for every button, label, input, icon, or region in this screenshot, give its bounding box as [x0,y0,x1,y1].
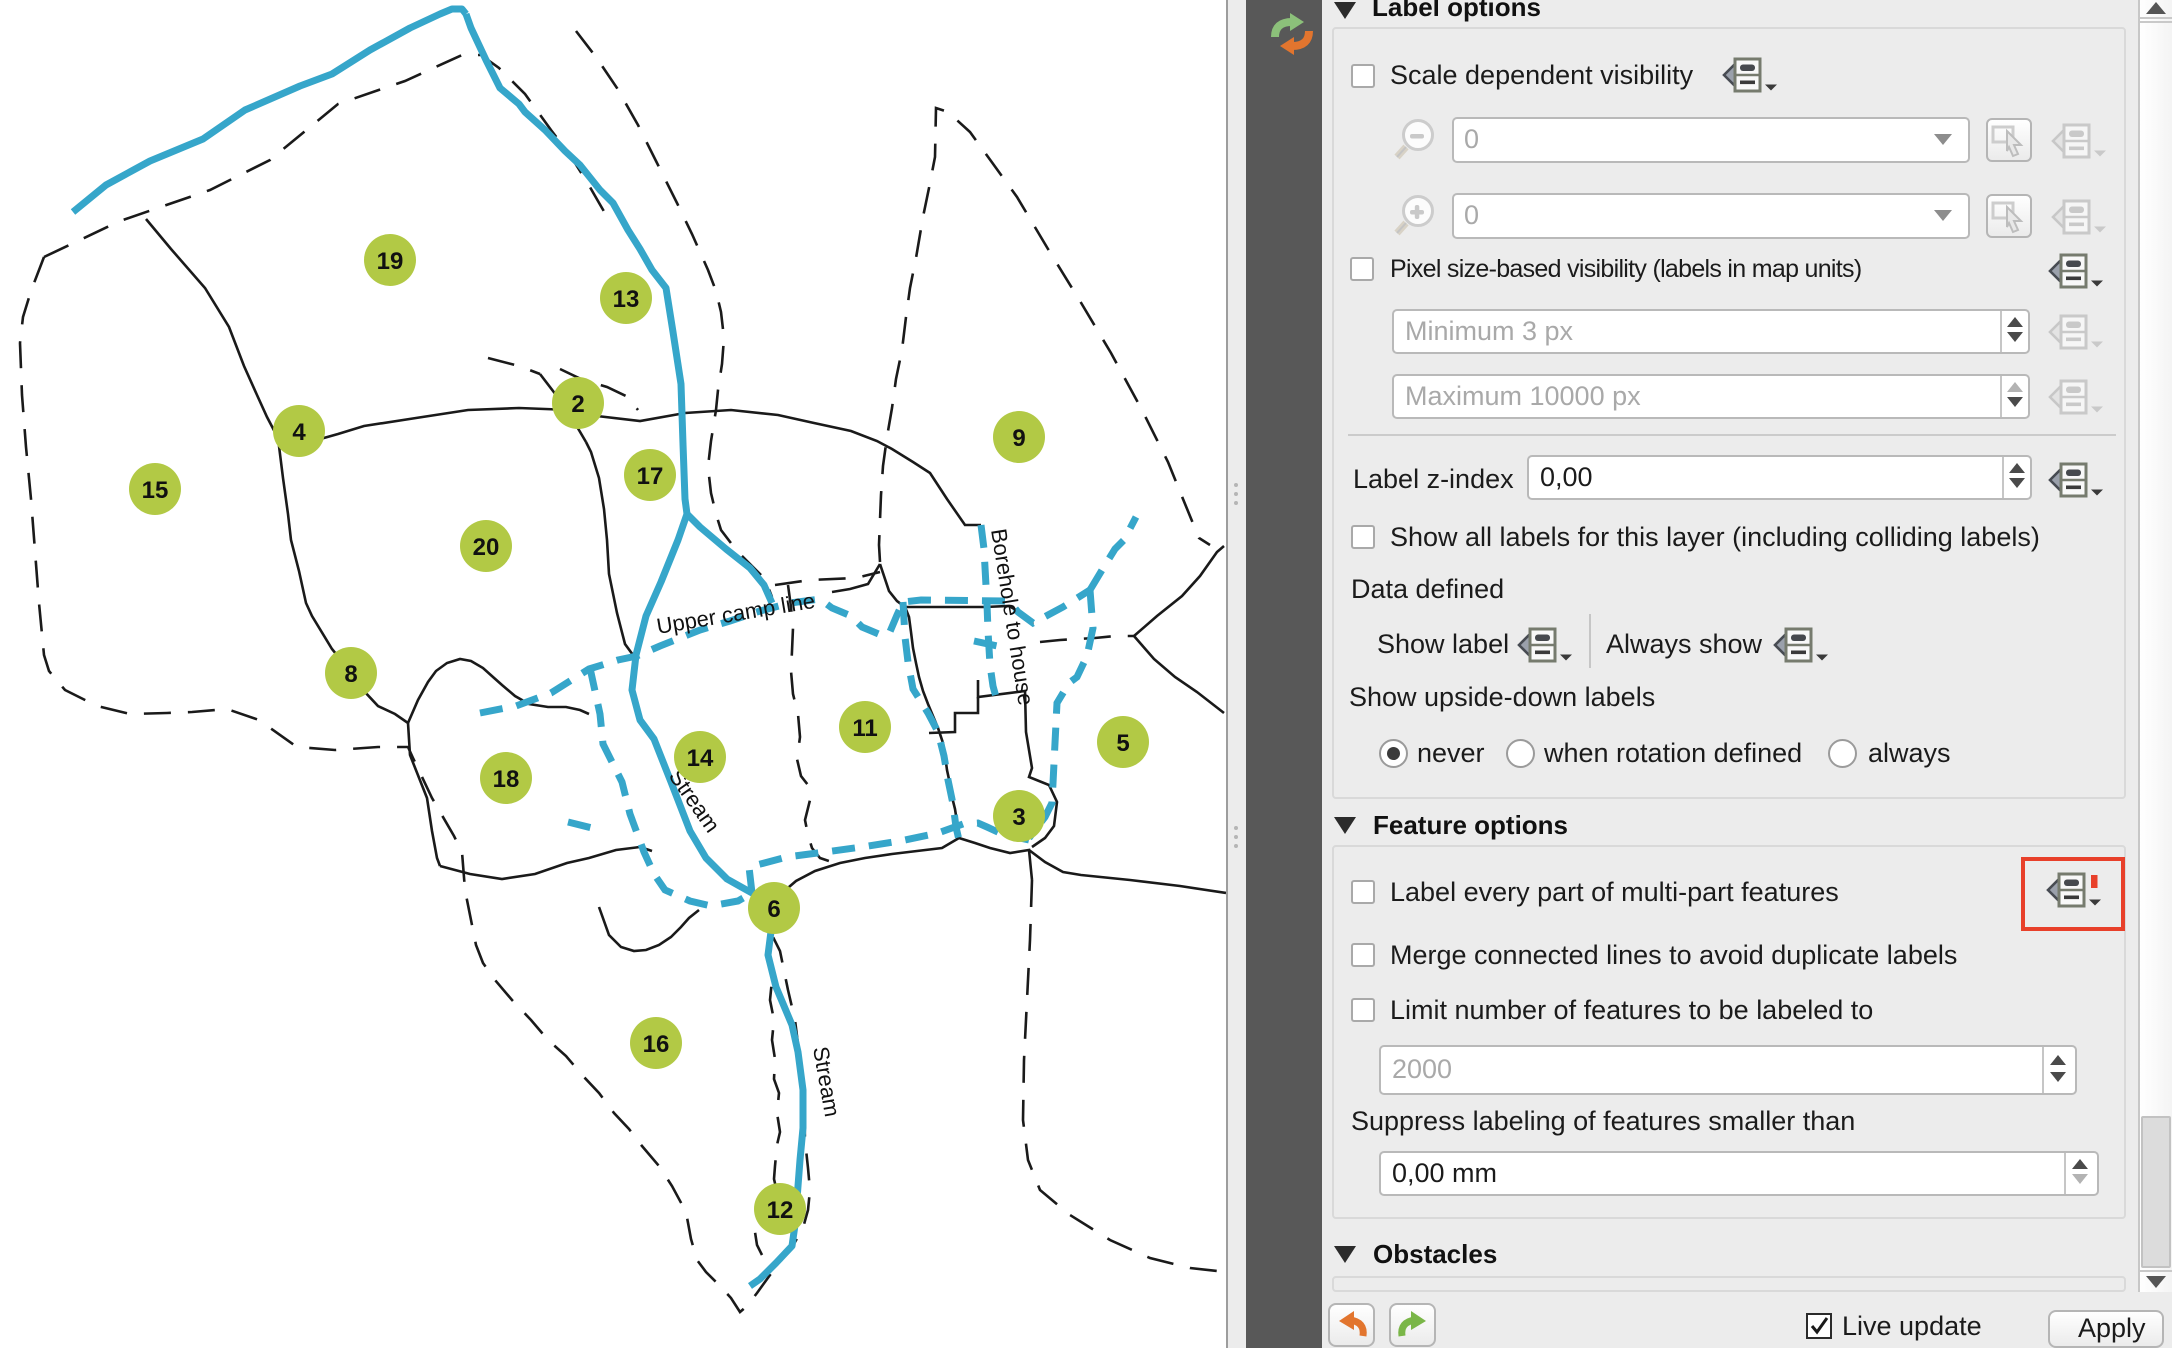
svg-text:5: 5 [1116,730,1129,757]
svg-text:15: 15 [142,477,169,504]
svg-text:9: 9 [1012,425,1025,452]
svg-text:13: 13 [613,286,640,313]
svg-text:18: 18 [493,766,520,793]
svg-text:20: 20 [473,534,500,561]
svg-text:17: 17 [637,463,664,490]
svg-text:14: 14 [687,745,714,772]
svg-text:3: 3 [1012,804,1025,831]
svg-text:16: 16 [643,1031,670,1058]
svg-text:4: 4 [292,419,306,446]
svg-text:12: 12 [767,1197,794,1224]
svg-text:2: 2 [571,391,584,418]
svg-text:Stream: Stream [808,1045,845,1119]
svg-text:19: 19 [377,248,404,275]
svg-text:6: 6 [767,896,780,923]
svg-text:8: 8 [344,661,357,688]
svg-text:11: 11 [852,715,877,742]
